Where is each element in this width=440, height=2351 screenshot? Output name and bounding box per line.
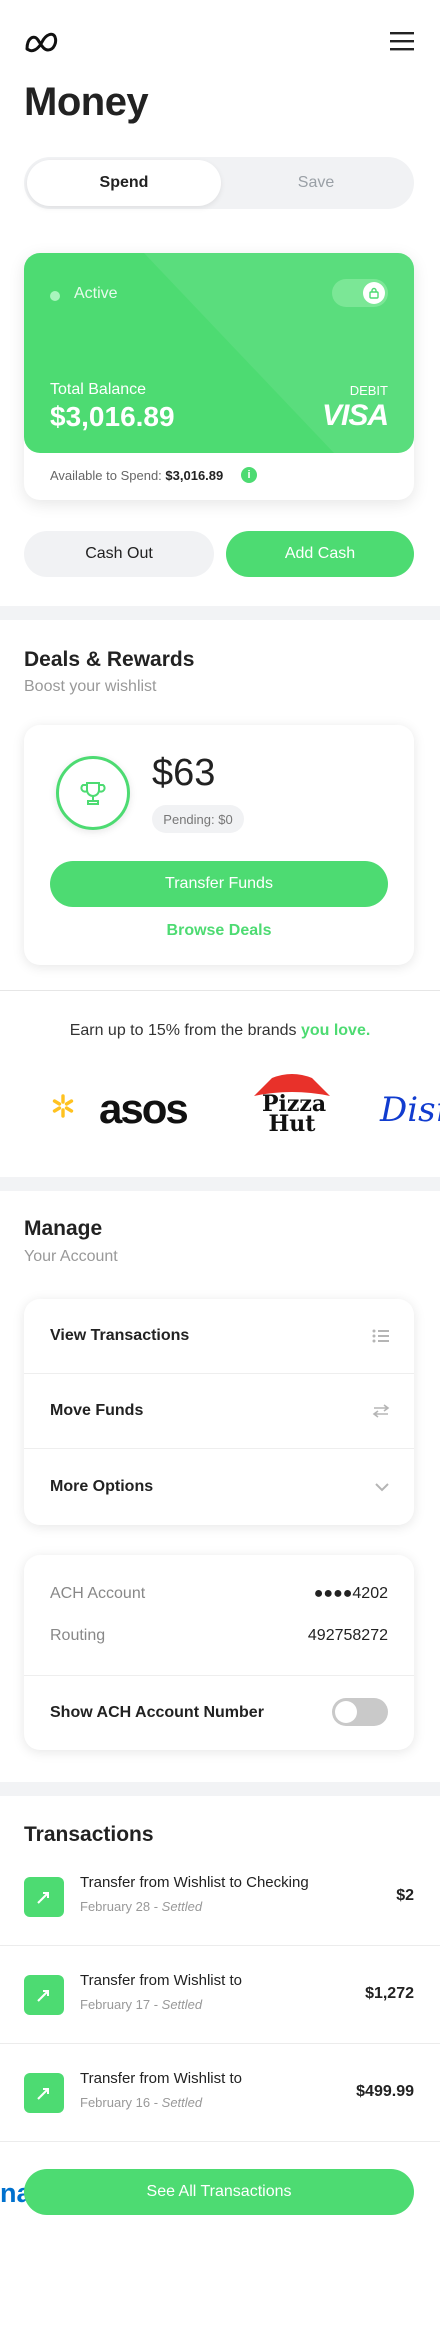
card-status: Active (74, 285, 118, 302)
card-type: DEBIT (349, 383, 388, 398)
list-item-label: View Transactions (50, 1327, 190, 1344)
ach-card: ACH Account ●●●●4202 Routing 492758272 S… (24, 1555, 414, 1750)
hamburger-menu-icon[interactable] (388, 30, 416, 52)
manage-subtitle: Your Account (24, 1248, 118, 1265)
cash-out-button[interactable]: Cash Out (24, 531, 214, 577)
chevron-down-icon (375, 1482, 389, 1491)
show-ach-label: Show ACH Account Number (50, 1704, 264, 1721)
divider (24, 1675, 414, 1676)
list-item-label: Move Funds (50, 1402, 144, 1419)
routing-value: 492758272 (307, 1627, 388, 1644)
walmart-logo[interactable]: nart (0, 1088, 51, 2208)
browse-deals-link[interactable]: Browse Deals (50, 922, 388, 940)
transfer-icon (24, 1877, 64, 1917)
more-options-item[interactable]: More Options (24, 1449, 414, 1524)
routing-label: Routing (50, 1627, 106, 1644)
pizza-hut-wordmark: Pizza Hut (262, 1093, 326, 1137)
pizza-hut-line2: Hut (268, 1111, 316, 1137)
deals-title: Deals & Rewards (24, 648, 195, 671)
pizza-hut-logo[interactable]: Pizza Hut (250, 1072, 334, 1142)
transaction-date-text: February 17 (80, 1997, 151, 2012)
move-funds-item[interactable]: Move Funds (24, 1374, 414, 1449)
section-divider (0, 1177, 440, 1191)
see-all-transactions-button[interactable]: See All Transactions (24, 2169, 414, 2215)
manage-list: View Transactions Move Funds More Option… (24, 1299, 414, 1525)
transaction-title: Transfer from Wishlist to Checking (80, 1874, 309, 1891)
deals-subtitle: Boost your wishlist (24, 678, 157, 695)
transaction-date: February 17 - Settled (80, 1997, 203, 2012)
list-icon (372, 1329, 389, 1343)
ach-account-value: ●●●●4202 (313, 1585, 388, 1602)
divider (0, 990, 440, 991)
transaction-row[interactable]: Transfer from Wishlist to Checking Febru… (0, 1848, 440, 1946)
transaction-row[interactable]: Transfer from Wishlist to February 16 - … (0, 2044, 440, 2142)
info-icon[interactable]: i (241, 467, 257, 483)
lock-icon (363, 282, 385, 304)
walmart-spark-icon (52, 1094, 74, 1118)
transaction-amount: $1,272 (365, 1985, 414, 2002)
manage-title: Manage (24, 1217, 103, 1240)
transfer-icon (24, 1975, 64, 2015)
add-cash-button[interactable]: Add Cash (226, 531, 414, 577)
available-to-spend: Available to Spend: $3,016.89 (50, 468, 223, 483)
pending-badge: Pending: $0 (152, 805, 244, 833)
toggle-knob (335, 1701, 357, 1723)
view-transactions-item[interactable]: View Transactions (24, 1299, 414, 1374)
transfer-icon (24, 2073, 64, 2113)
transaction-date-text: February 16 (80, 2095, 151, 2110)
meta-logo-icon[interactable] (24, 30, 60, 54)
status-dot (50, 291, 60, 301)
available-label: Available to Spend: (50, 468, 162, 483)
transaction-date: February 16 - Settled (80, 2095, 203, 2110)
tab-spend[interactable]: Spend (27, 160, 221, 206)
swap-arrows-icon (372, 1404, 390, 1418)
list-item-label: More Options (50, 1477, 154, 1495)
ach-account-label: ACH Account (50, 1585, 146, 1602)
spend-save-toggle: Spend Save (24, 157, 414, 209)
rewards-amount: $63 (152, 752, 216, 794)
trophy-icon (56, 756, 130, 830)
transaction-status: Settled (161, 1899, 203, 1914)
transactions-title: Transactions (24, 1823, 154, 1846)
tab-save[interactable]: Save (219, 160, 413, 206)
disney-logo[interactable]: Disn (380, 1090, 440, 1130)
page-title: Money (24, 80, 149, 124)
transaction-date: February 28 - Settled (80, 1899, 203, 1914)
show-ach-toggle[interactable] (332, 1698, 388, 1726)
section-divider (0, 606, 440, 620)
earn-banner: Earn up to 15% from the brands you love. (0, 1022, 440, 1040)
asos-logo[interactable]: asos (99, 1085, 189, 1133)
total-balance: $3,016.89 (50, 401, 175, 432)
transaction-status: Settled (161, 1997, 203, 2012)
available-value: $3,016.89 (165, 468, 224, 483)
transaction-status: Settled (161, 2095, 203, 2110)
earn-highlight: you love. (300, 1022, 371, 1039)
transaction-date-text: February 28 (80, 1899, 151, 1914)
card-lock-toggle[interactable] (332, 279, 388, 307)
transfer-funds-button[interactable]: Transfer Funds (50, 861, 388, 907)
transaction-title: Transfer from Wishlist to (80, 2070, 242, 2087)
visa-logo: VISA (321, 399, 389, 432)
transaction-title: Transfer from Wishlist to (80, 1972, 242, 1989)
section-divider (0, 1782, 440, 1796)
transaction-amount: $2 (396, 1887, 414, 1904)
earn-text: Earn up to 15% from the brands (69, 1022, 301, 1039)
total-balance-label: Total Balance (50, 381, 147, 398)
debit-card: Active Total Balance $3,016.89 DEBIT VIS… (24, 253, 414, 500)
transaction-row[interactable]: Transfer from Wishlist to February 17 - … (0, 1946, 440, 2044)
transaction-amount: $499.99 (356, 2083, 414, 2100)
